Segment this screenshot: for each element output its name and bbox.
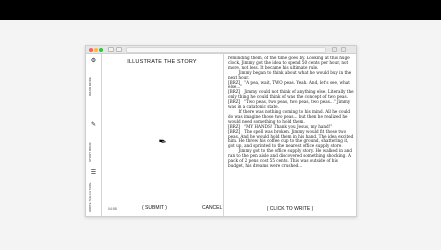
app-window: ⚙ DRAW MODE ✎ STORY BOOK ☰ WRITE THE FUT…: [85, 45, 357, 217]
top-black-bar: [0, 0, 441, 20]
cancel-button[interactable]: CANCEL: [202, 205, 222, 211]
sidebar-label-draw-mode: DRAW MODE: [88, 77, 92, 96]
address-bar[interactable]: [126, 47, 326, 53]
minimize-window-button[interactable]: [94, 48, 98, 52]
timer-label: 04:58: [108, 207, 117, 211]
sidebar-label-write-the-future: WRITE THE FUTURE: [88, 182, 92, 212]
draw-mode-icon[interactable]: ⚙: [90, 58, 97, 65]
share-icon[interactable]: [332, 47, 337, 52]
close-window-button[interactable]: [89, 48, 93, 52]
forward-button[interactable]: [116, 47, 122, 52]
story-text: reminding them, of the time goes by. Loo…: [228, 56, 354, 168]
drawing-panel[interactable]: ILLUSTRATE THE STORY ✒ 04:58 ( SUBMIT ) …: [102, 54, 222, 216]
sidebar-label-story-book: STORY BOOK: [88, 142, 92, 162]
tabs-icon[interactable]: [341, 47, 346, 52]
maximize-window-button[interactable]: [99, 48, 103, 52]
click-to-write-button[interactable]: ( CLICK TO WRITE ): [224, 206, 356, 212]
app-content: ⚙ DRAW MODE ✎ STORY BOOK ☰ WRITE THE FUT…: [86, 54, 356, 216]
story-book-icon[interactable]: ✎: [90, 122, 97, 129]
panel-title: ILLUSTRATE THE STORY: [127, 59, 197, 65]
pen-cursor-icon: ✒: [157, 136, 168, 149]
back-button[interactable]: [108, 47, 114, 52]
write-future-icon[interactable]: ☰: [90, 170, 97, 177]
left-sidebar: ⚙ DRAW MODE ✎ STORY BOOK ☰ WRITE THE FUT…: [86, 54, 102, 216]
story-panel: reminding them, of the time goes by. Loo…: [224, 54, 356, 216]
submit-button[interactable]: ( SUBMIT ): [142, 205, 167, 211]
browser-titlebar: [86, 46, 356, 54]
